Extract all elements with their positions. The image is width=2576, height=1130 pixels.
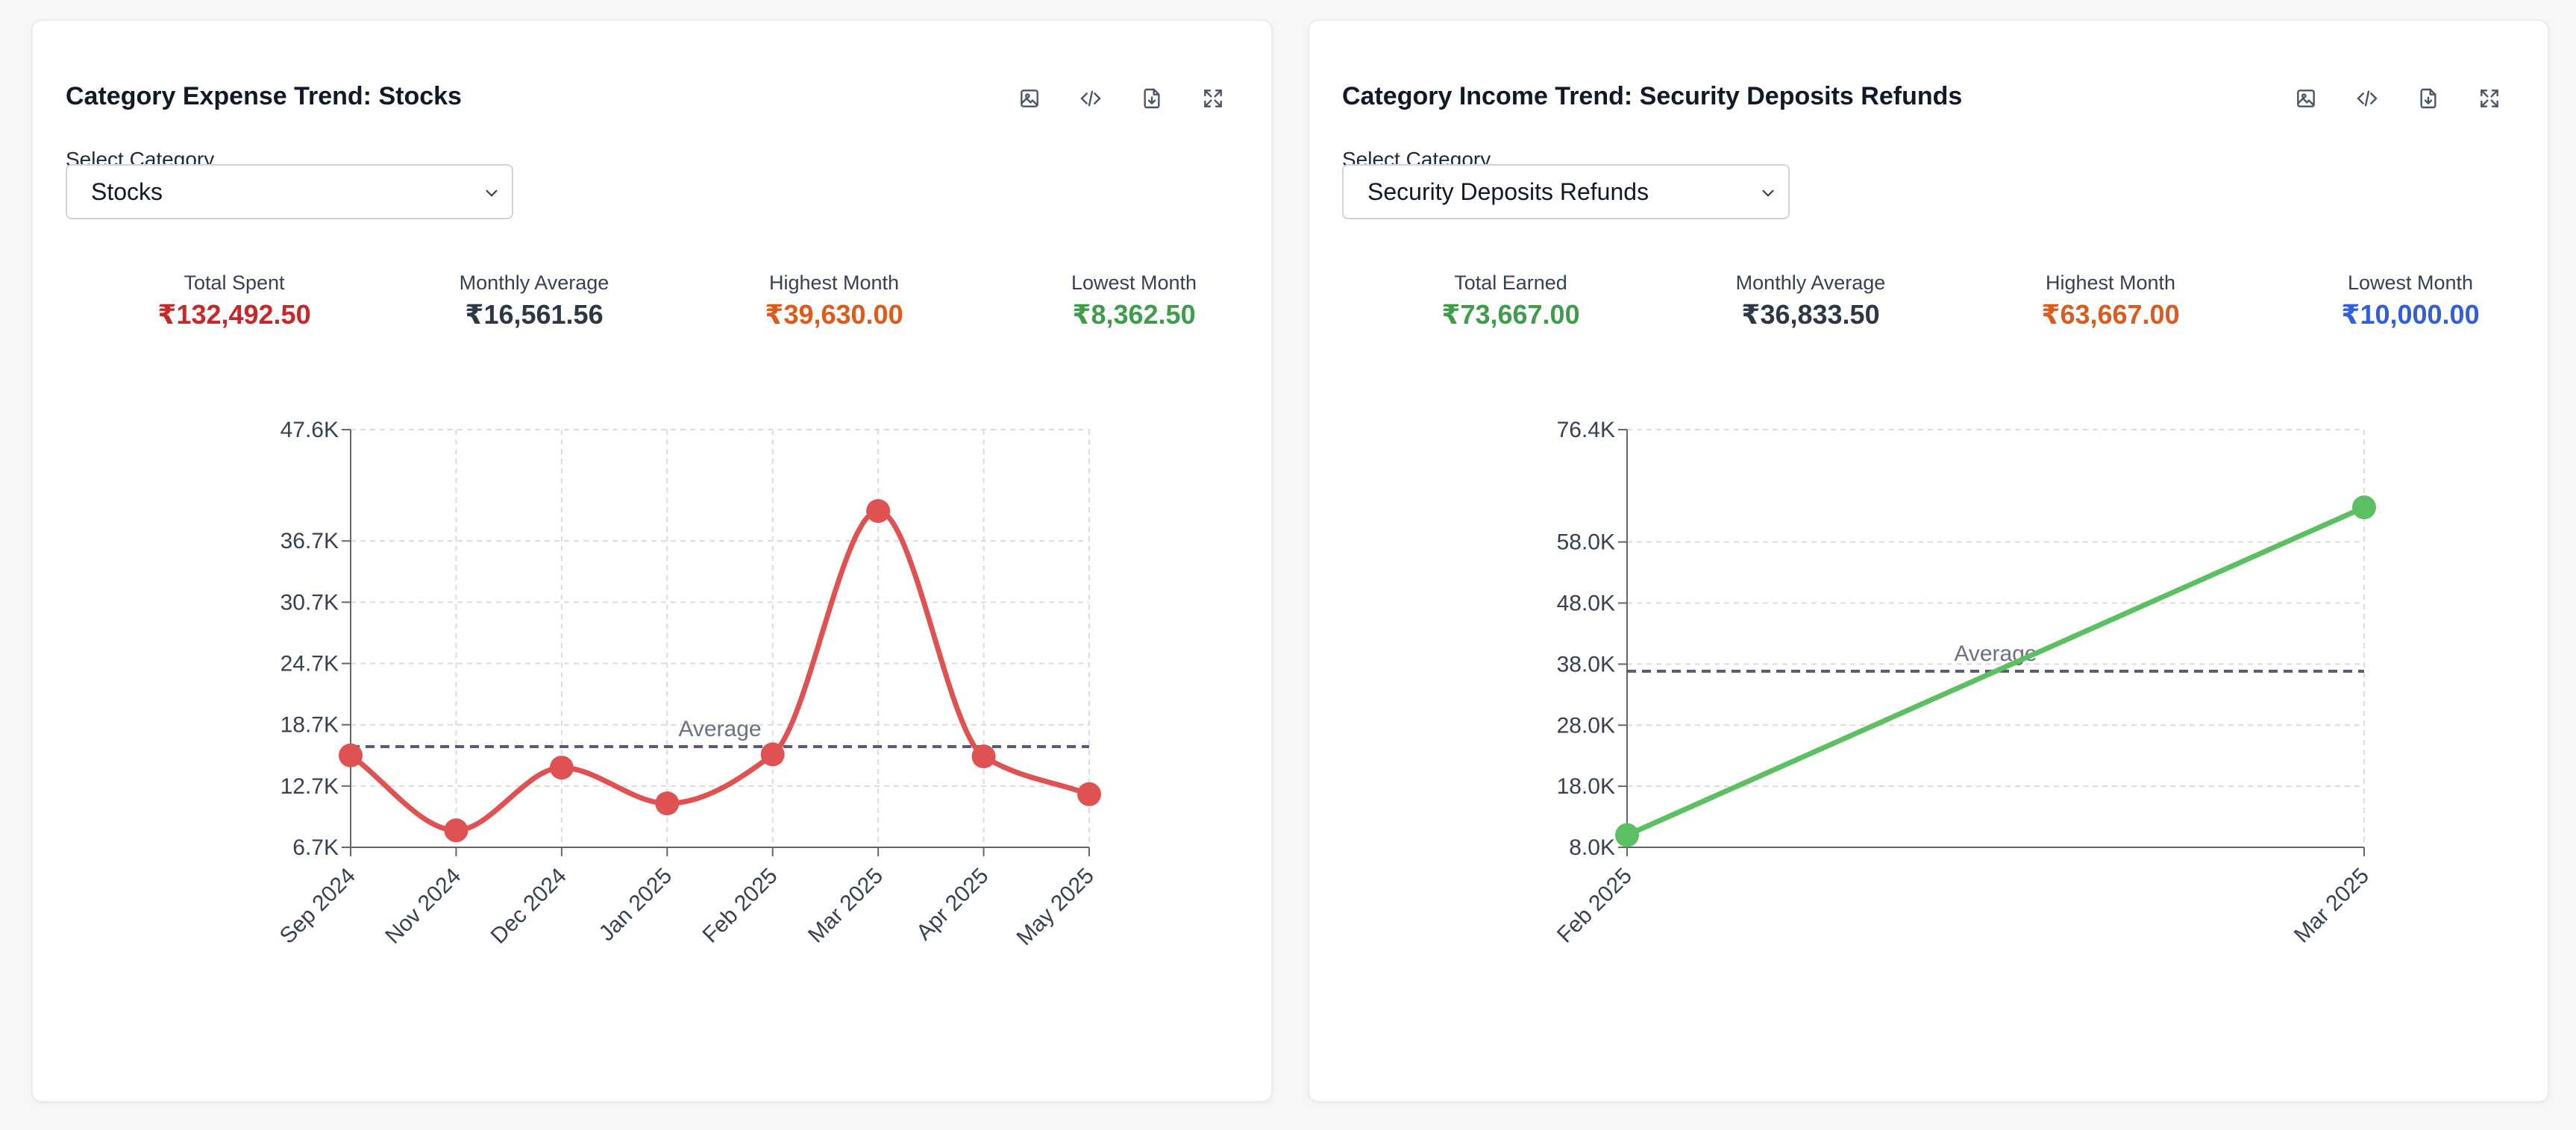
income-trend-card: Category Income Trend: Security Deposits… <box>1308 19 2549 1102</box>
y-tick-label: 47.6K <box>281 418 339 442</box>
x-tick-label: Apr 2025 <box>912 864 993 945</box>
x-tick-label: Sep 2024 <box>275 864 360 949</box>
y-tick-label: 48.0K <box>1557 591 1615 616</box>
data-point <box>971 744 996 769</box>
y-tick-label: 24.7K <box>281 652 339 677</box>
y-tick-label: 18.0K <box>1557 774 1615 799</box>
x-tick-label: Mar 2025 <box>2290 864 2374 948</box>
x-tick-label: May 2025 <box>1012 864 1098 950</box>
expense-line-chart: 6.7K 12.7K 18.7K 24.7K 30.7K 36.7K 47.6K Sep 20… <box>275 418 1101 950</box>
average-label: Average <box>1954 641 2037 666</box>
expense-trend-card: Category Expense Trend: Stocks Select Ca… <box>31 19 1273 1102</box>
series-line <box>348 508 1091 833</box>
y-tick-label: 6.7K <box>292 835 339 860</box>
data-point <box>655 791 680 816</box>
data-point <box>339 743 363 768</box>
x-tick-label: Mar 2025 <box>803 864 888 948</box>
x-tick-label: Jan 2025 <box>595 864 677 947</box>
x-tick-label: Dec 2024 <box>486 864 571 949</box>
x-tick-label: Feb 2025 <box>698 864 783 948</box>
y-tick-label: 30.7K <box>281 590 339 615</box>
data-point <box>2352 495 2376 520</box>
y-tick-label: 12.7K <box>281 774 339 799</box>
data-point <box>1077 782 1101 806</box>
data-point <box>444 818 468 843</box>
income-line-chart: 8.0K 18.0K 28.0K 38.0K 48.0K 58.0K 76.4K Feb 20… <box>1552 418 2376 948</box>
grid <box>350 429 1090 848</box>
y-tick-label: 18.7K <box>281 713 339 738</box>
y-tick-label: 36.7K <box>281 529 339 553</box>
y-tick-label: 58.0K <box>1557 530 1615 555</box>
x-tick-label: Nov 2024 <box>380 864 466 949</box>
data-point <box>1615 823 1639 847</box>
y-tick-label: 38.0K <box>1557 652 1615 677</box>
data-point <box>549 756 574 780</box>
y-tick-label: 76.4K <box>1557 418 1615 442</box>
y-tick-label: 8.0K <box>1569 835 1615 860</box>
data-point <box>760 742 785 767</box>
y-tick-label: 28.0K <box>1557 713 1615 738</box>
x-tick-label: Feb 2025 <box>1552 864 1637 948</box>
average-label: Average <box>678 717 761 741</box>
data-point <box>866 499 891 524</box>
